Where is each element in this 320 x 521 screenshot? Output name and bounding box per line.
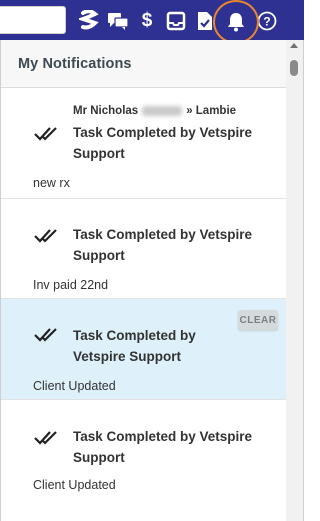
top-nav-bar: $ ? — [0, 0, 304, 44]
dollar-icon[interactable]: $ — [136, 10, 158, 32]
notification-card[interactable]: Task Completed by Vetspire Support Inv p… — [1, 199, 287, 299]
notification-from: Mr Nicholas » Lambie — [73, 105, 236, 117]
bell-highlight-ring — [213, 0, 259, 44]
double-check-icon — [34, 229, 57, 243]
notification-title: Task Completed by Vetspire Support — [73, 429, 253, 465]
scroll-thumb[interactable] — [290, 60, 298, 76]
double-check-icon — [34, 127, 57, 141]
notification-note: Client Updated — [33, 478, 116, 492]
search-input[interactable] — [0, 6, 66, 34]
scroll-up-arrow-icon[interactable] — [290, 43, 298, 48]
panel-header: My Notifications — [1, 40, 287, 88]
scrollbar[interactable] — [286, 40, 303, 521]
help-icon[interactable]: ? — [256, 10, 278, 32]
notification-title: Task Completed by Vetspire Support — [73, 125, 253, 161]
redacted-name — [142, 105, 183, 116]
notification-title: Task Completed by Vetspire Support — [73, 227, 253, 263]
chat-icon[interactable] — [107, 10, 129, 32]
notification-card[interactable]: Task Completed by Vetspire Support CLEAR… — [1, 299, 287, 400]
double-check-icon — [34, 431, 57, 445]
notification-note: Inv paid 22nd — [33, 278, 109, 292]
from-last-name: » Lambie — [186, 105, 237, 117]
notification-title: Task Completed by Vetspire Support — [73, 328, 196, 364]
notification-card[interactable]: Mr Nicholas » Lambie Task Completed by Ve… — [1, 88, 287, 199]
from-first-name: Mr Nicholas — [73, 105, 139, 117]
notification-card[interactable]: Task Completed by Vetspire Support Clien… — [1, 400, 287, 521]
notification-note: new rx — [33, 176, 70, 190]
logo-icon[interactable] — [78, 10, 100, 32]
panel-title: My Notifications — [18, 56, 132, 72]
notification-note: Client Updated — [33, 379, 116, 393]
notifications-panel: My Notifications Mr Nicholas » Lambie Tas… — [0, 40, 304, 521]
notification-list: Mr Nicholas » Lambie Task Completed by Ve… — [1, 88, 287, 521]
svg-text:?: ? — [263, 15, 270, 29]
inbox-icon[interactable] — [165, 10, 187, 32]
clear-button[interactable]: CLEAR — [238, 310, 278, 330]
double-check-icon — [34, 328, 57, 342]
